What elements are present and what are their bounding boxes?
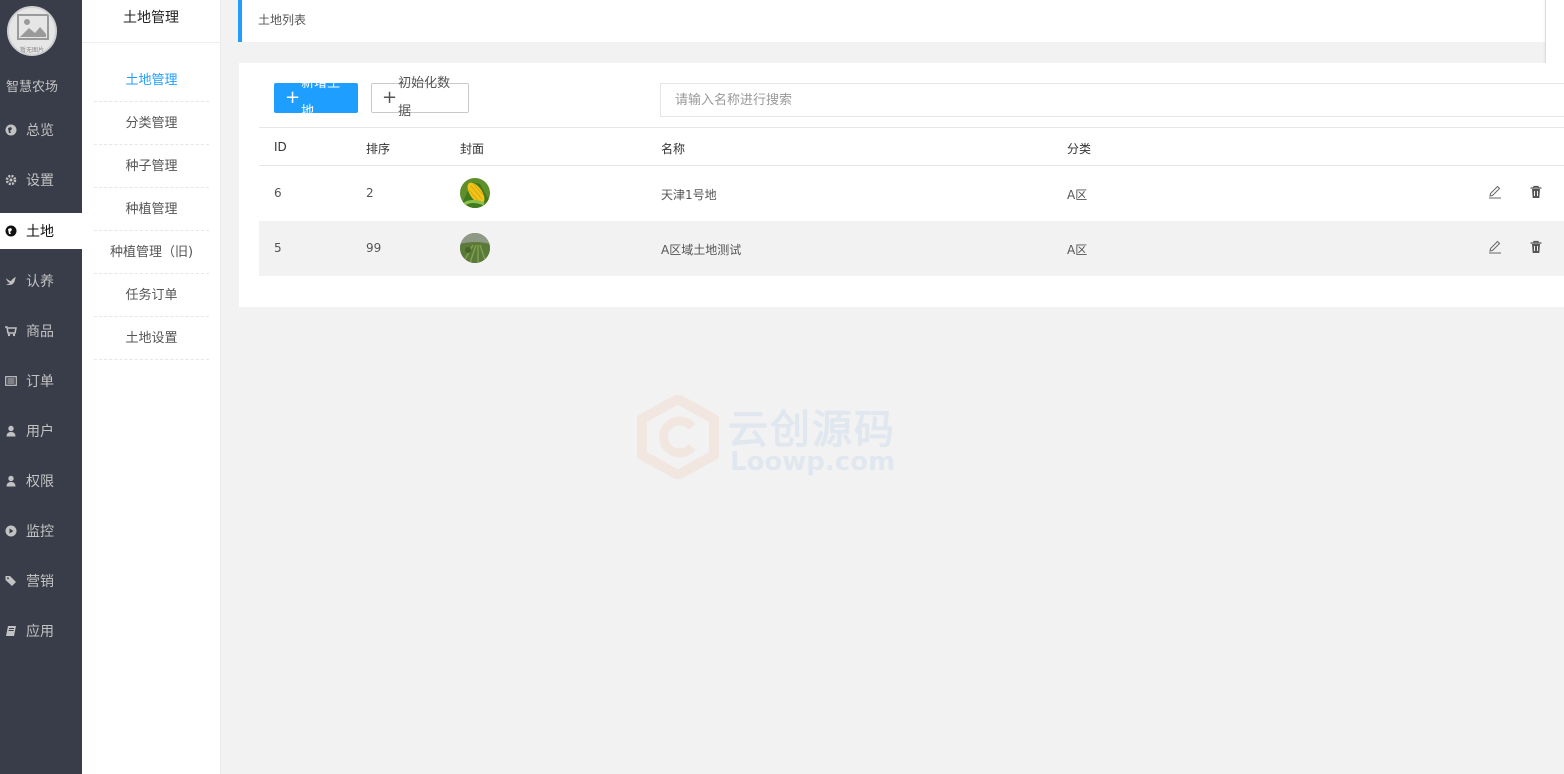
nav-item-label: 土地 [26, 224, 54, 240]
cell-name: A区域土地测试 [661, 243, 742, 257]
cover-thumbnail[interactable] [460, 178, 490, 208]
nav-item-settings[interactable]: 设置 [0, 162, 82, 198]
cell-sort: 99 [366, 241, 382, 255]
nav-item-label: 应用 [26, 624, 54, 640]
column-header-id[interactable]: ID [274, 140, 287, 154]
nav-item-adopt[interactable]: 认养 [0, 263, 82, 299]
sub-item-land-manage[interactable]: 土地管理 [94, 59, 209, 102]
table-row[interactable]: 5 99 A区域土地测试 A区 [259, 221, 1564, 276]
delete-icon[interactable] [1528, 184, 1544, 200]
column-header-sort[interactable]: 排序 [366, 140, 390, 157]
nav-item-users[interactable]: 用户 [0, 413, 82, 449]
nav-item-orders[interactable]: 订单 [0, 363, 82, 399]
table-header: ID 排序 封面 名称 分类 [259, 127, 1564, 166]
cell-name: 天津1号地 [661, 188, 717, 202]
nav-item-label: 监控 [26, 524, 54, 540]
nav-item-label: 总览 [26, 123, 54, 139]
nav-item-goods[interactable]: 商品 [0, 313, 82, 349]
corner-panel [1545, 0, 1564, 66]
main-nav: 暂无图片 智慧农场 总览 设置 土地 认养 商品 订单 用户 权限 监控 营销 … [0, 0, 82, 774]
column-header-name[interactable]: 名称 [661, 140, 685, 157]
nav-item-label: 订单 [26, 374, 54, 390]
nav-item-apps[interactable]: 应用 [0, 613, 82, 649]
cart-icon [5, 325, 17, 337]
nav-item-label: 设置 [26, 173, 54, 189]
list-icon [5, 375, 17, 387]
plus-icon: + [382, 87, 398, 108]
nav-item-monitor[interactable]: 监控 [0, 513, 82, 549]
init-data-label: 初始化数据 [398, 76, 451, 119]
bird-icon [5, 275, 17, 287]
sub-item-planting-manage[interactable]: 种植管理 [94, 188, 209, 231]
column-header-category[interactable]: 分类 [1067, 140, 1091, 157]
image-placeholder-icon [17, 14, 49, 40]
sub-item-task-orders[interactable]: 任务订单 [94, 274, 209, 317]
init-data-button[interactable]: + 初始化数据 [371, 76, 469, 119]
play-circle-icon [5, 525, 17, 537]
cell-sort: 2 [366, 186, 374, 200]
column-header-cover[interactable]: 封面 [460, 140, 484, 157]
sub-menu: 土地管理 土地管理 分类管理 种子管理 种植管理 种植管理（旧) 任务订单 土地… [82, 0, 221, 774]
sub-item-category-manage[interactable]: 分类管理 [94, 102, 209, 145]
add-land-label: 新增土地 [301, 76, 341, 119]
nav-item-label: 用户 [26, 424, 54, 440]
watermark: 云创源码 Loowp.com [636, 395, 926, 479]
sub-menu-list: 土地管理 分类管理 种子管理 种植管理 种植管理（旧) 任务订单 土地设置 [94, 59, 209, 360]
logo-caption: 暂无图片 [19, 47, 44, 54]
land-list-card: + 新增土地 + 初始化数据 ID 排序 封面 名称 分类 6 2 [239, 63, 1564, 307]
sub-menu-title: 土地管理 [82, 0, 220, 43]
edit-icon[interactable] [1487, 239, 1503, 255]
delete-icon[interactable] [1528, 239, 1544, 255]
nav-item-label: 商品 [26, 324, 54, 340]
watermark-url: Loowp.com [730, 447, 896, 477]
tags-icon [5, 575, 17, 587]
nav-item-marketing[interactable]: 营销 [0, 563, 82, 599]
nav-item-label: 营销 [26, 574, 54, 590]
cell-category: A区 [1067, 188, 1088, 202]
nav-item-label: 权限 [26, 474, 54, 490]
plus-icon: + [285, 87, 301, 108]
nav-item-overview[interactable]: 总览 [0, 112, 82, 148]
user-icon [5, 475, 17, 487]
book-icon [5, 625, 17, 637]
add-land-button[interactable]: + 新增土地 [274, 76, 358, 119]
nav-item-permissions[interactable]: 权限 [0, 463, 82, 499]
globe-icon [5, 124, 17, 136]
land-table: ID 排序 封面 名称 分类 6 2 天津1号地 A区 5 99 A区域土地测试… [259, 127, 1564, 276]
globe-icon [5, 225, 17, 237]
cell-id: 6 [274, 186, 282, 200]
avatar[interactable]: 暂无图片 [7, 6, 57, 56]
sub-item-planting-manage-old[interactable]: 种植管理（旧) [94, 231, 209, 274]
gear-icon [5, 174, 17, 186]
nav-item-label: 认养 [26, 274, 54, 290]
nav-item-land[interactable]: 土地 [0, 213, 82, 249]
page-title: 土地列表 [258, 13, 307, 27]
search-input[interactable] [660, 83, 1564, 117]
user-icon [5, 425, 17, 437]
sub-item-land-settings[interactable]: 土地设置 [94, 317, 209, 360]
sub-item-seed-manage[interactable]: 种子管理 [94, 145, 209, 188]
page-header: 土地列表 [238, 0, 1564, 42]
brand-name: 智慧农场 [5, 80, 58, 95]
cell-id: 5 [274, 241, 282, 255]
table-row[interactable]: 6 2 天津1号地 A区 [259, 166, 1564, 221]
cell-category: A区 [1067, 243, 1088, 257]
watermark-logo-icon [637, 395, 719, 479]
edit-icon[interactable] [1487, 184, 1503, 200]
cover-thumbnail[interactable] [460, 233, 490, 263]
